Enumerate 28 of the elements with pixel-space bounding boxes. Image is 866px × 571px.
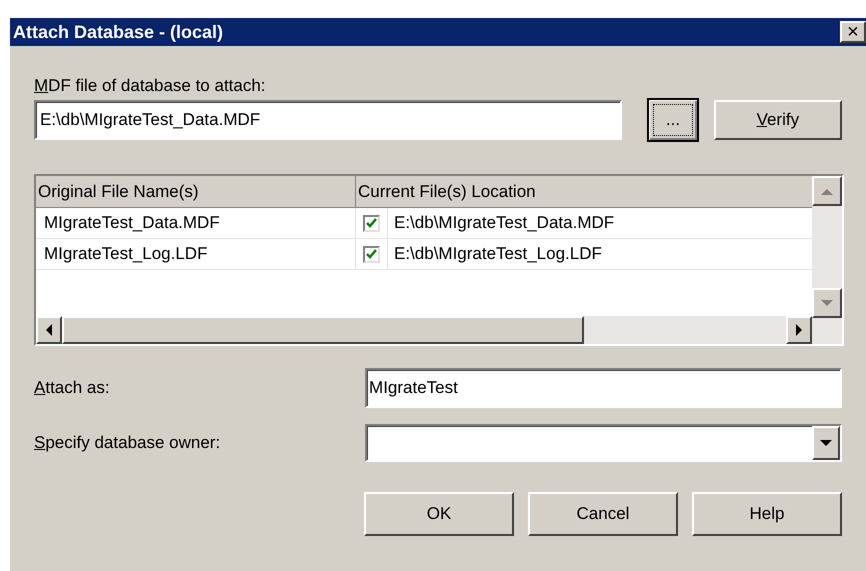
column-header[interactable]: Original File Name(s) — [36, 176, 356, 208]
scroll-left-icon[interactable] — [36, 316, 62, 344]
dropdown-caret-icon[interactable] — [812, 426, 840, 460]
table-cell: MIgrateTest_Log.LDF — [36, 239, 356, 269]
window-title: Attach Database - (local) — [13, 20, 224, 44]
dialog-button[interactable]: Cancel — [528, 492, 678, 536]
dialog-button[interactable]: Help — [692, 492, 842, 536]
scroll-thumb[interactable] — [62, 316, 584, 344]
checkbox[interactable] — [363, 246, 380, 262]
table-cell-text: E:\db\MIgrateTest_Data.MDF — [393, 212, 616, 234]
browse-button[interactable]: ... — [647, 98, 699, 142]
database-owner-label: Specify database owner: — [34, 433, 220, 452]
verify-button[interactable]: Verify — [714, 100, 842, 140]
attach-as-field[interactable]: MIgrateTest — [365, 368, 842, 408]
database-owner-dropdown[interactable] — [365, 424, 842, 462]
attach-as-label: Attach as: — [34, 378, 110, 397]
table-cell: MIgrateTest_Data.MDF — [36, 208, 356, 238]
scroll-up-icon[interactable] — [812, 176, 842, 206]
scroll-down-icon[interactable] — [812, 288, 842, 318]
close-button[interactable]: × — [840, 21, 866, 43]
dialog-button[interactable]: OK — [364, 492, 514, 536]
mdf-file-label: MDF file of database to attach: — [34, 76, 266, 96]
horizontal-scrollbar[interactable] — [36, 316, 842, 344]
checkbox[interactable] — [363, 214, 380, 232]
table-cell-text: E:\db\MIgrateTest_Log.LDF — [393, 243, 603, 266]
vertical-scrollbar[interactable] — [812, 176, 842, 318]
scroll-right-icon[interactable] — [786, 316, 812, 344]
mdf-file-field[interactable]: E:\db\MIgrateTest_Data.MDF — [34, 100, 622, 140]
